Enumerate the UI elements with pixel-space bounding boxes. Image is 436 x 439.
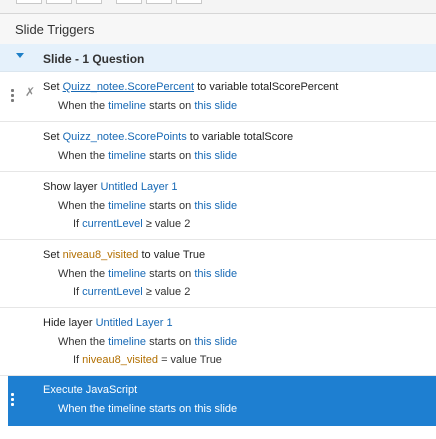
trigger-when: When the timeline starts on this slide [58, 403, 238, 415]
trigger-row-set-visited[interactable]: Set niveau8_visited to value True When t… [0, 240, 436, 308]
toolbar-tab[interactable] [16, 0, 42, 4]
trigger-when: When the timeline starts on this slide [58, 200, 238, 212]
toolbar-tab[interactable] [46, 0, 72, 4]
toolbar-tab[interactable] [116, 0, 142, 4]
grip-dots-icon[interactable] [11, 393, 15, 408]
trigger-row-set-score-percent[interactable]: ✗ Set Quizz_notee.ScorePercent to variab… [0, 72, 436, 122]
trigger-when: When the timeline starts on this slide [58, 268, 238, 280]
trigger-condition: If niveau8_visited = value True [73, 354, 222, 366]
panel-title: Slide Triggers [0, 14, 436, 44]
scene-label: Slide - 1 Question [43, 52, 145, 66]
triangle-down-icon[interactable] [16, 53, 24, 58]
trigger-row-hide-layer[interactable]: Hide layer Untitled Layer 1 When the tim… [0, 308, 436, 376]
trigger-condition: If currentLevel ≥ value 2 [73, 218, 191, 230]
trigger-action: Hide layer Untitled Layer 1 [43, 317, 173, 329]
trigger-when: When the timeline starts on this slide [58, 150, 238, 162]
toolbar-tab[interactable] [76, 0, 102, 4]
trigger-action: Execute JavaScript [43, 384, 138, 396]
toolbar-tab[interactable] [146, 0, 172, 4]
trigger-action: Set niveau8_visited to value True [43, 249, 206, 261]
top-toolbar-strip [0, 0, 436, 14]
trigger-when: When the timeline starts on this slide [58, 336, 238, 348]
trigger-row-execute-javascript[interactable]: Execute JavaScript When the timeline sta… [8, 376, 436, 426]
scene-group-header[interactable]: Slide - 1 Question [0, 44, 436, 72]
trigger-action: Set Quizz_notee.ScorePercent to variable… [43, 81, 339, 93]
trigger-action: Set Quizz_notee.ScorePoints to variable … [43, 131, 294, 143]
pin-icon: ✗ [25, 85, 36, 99]
trigger-row-set-score-points[interactable]: Set Quizz_notee.ScorePoints to variable … [0, 122, 436, 172]
toolbar-tab[interactable] [176, 0, 202, 4]
grip-dots-icon[interactable] [11, 89, 15, 104]
trigger-when: When the timeline starts on this slide [58, 100, 238, 112]
trigger-row-show-layer[interactable]: Show layer Untitled Layer 1 When the tim… [0, 172, 436, 240]
trigger-action: Show layer Untitled Layer 1 [43, 181, 178, 193]
trigger-condition: If currentLevel ≥ value 2 [73, 286, 191, 298]
